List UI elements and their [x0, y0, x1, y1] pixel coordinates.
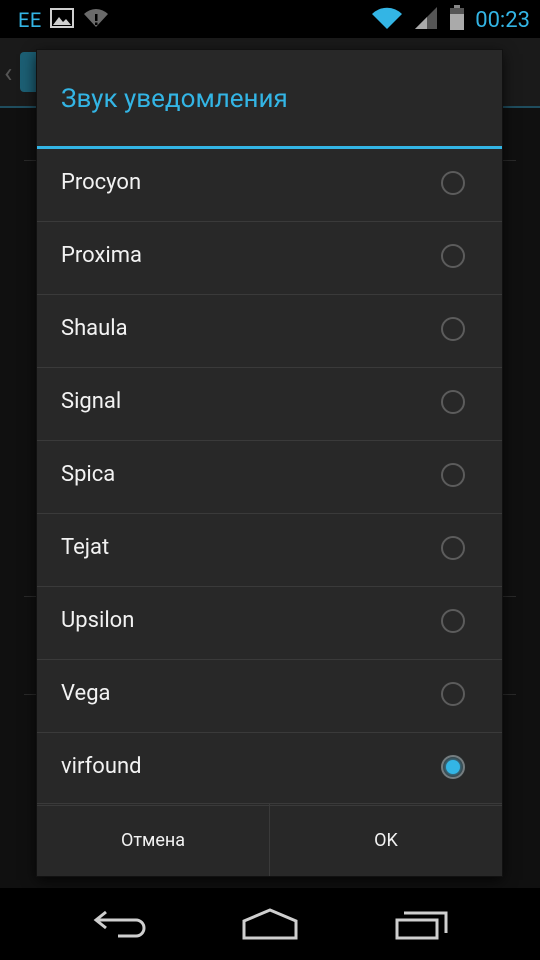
ringtone-label: Vega [61, 681, 111, 706]
radio-button[interactable] [441, 463, 465, 487]
recents-icon[interactable] [382, 902, 462, 946]
list-item[interactable]: Procyon [37, 149, 502, 222]
ringtone-label: Shaula [61, 316, 128, 341]
list-item[interactable]: Proxima [37, 222, 502, 295]
battery-icon [449, 5, 465, 35]
ringtone-label: virfound [61, 754, 142, 779]
list-item[interactable]: Upsilon [37, 587, 502, 660]
ringtone-list: Procyon Proxima Shaula Signal Spica Teja… [37, 149, 502, 806]
radio-button[interactable] [441, 682, 465, 706]
radio-button[interactable] [441, 609, 465, 633]
wifi-alert-icon [82, 7, 110, 33]
signal-icon [413, 6, 439, 34]
ok-button[interactable]: OK [269, 804, 502, 876]
ringtone-label: Proxima [61, 243, 142, 268]
back-icon[interactable] [80, 902, 160, 946]
list-item[interactable]: Vega [37, 660, 502, 733]
ringtone-label: Signal [61, 389, 122, 414]
ringtone-label: Tejat [61, 535, 110, 560]
radio-button[interactable] [441, 536, 465, 560]
image-notification-icon [49, 7, 74, 33]
list-item[interactable]: Spica [37, 441, 502, 514]
home-icon[interactable] [230, 902, 310, 946]
ringtone-label: Procyon [61, 170, 142, 195]
radio-button[interactable] [441, 171, 465, 195]
navigation-bar [0, 888, 540, 960]
radio-button[interactable] [441, 244, 465, 268]
wifi-icon [371, 6, 403, 34]
dialog-button-bar: Отмена OK [37, 803, 502, 876]
carrier-label: EE [18, 8, 42, 32]
up-chevron-icon: ‹ [4, 56, 13, 89]
radio-button-selected[interactable] [441, 755, 465, 779]
list-item[interactable]: virfound [37, 733, 502, 806]
ringtone-label: Upsilon [61, 608, 135, 633]
radio-button[interactable] [441, 390, 465, 414]
status-bar: EE 00:23 [0, 0, 540, 38]
cancel-button[interactable]: Отмена [37, 804, 269, 876]
clock: 00:23 [475, 7, 530, 33]
radio-button[interactable] [441, 317, 465, 341]
dialog-title: Звук уведомления [61, 84, 288, 114]
list-item[interactable]: Tejat [37, 514, 502, 587]
ringtone-label: Spica [61, 462, 116, 487]
list-item[interactable]: Shaula [37, 295, 502, 368]
notification-sound-dialog: Звук уведомления Procyon Proxima Shaula … [37, 50, 502, 876]
list-item[interactable]: Signal [37, 368, 502, 441]
